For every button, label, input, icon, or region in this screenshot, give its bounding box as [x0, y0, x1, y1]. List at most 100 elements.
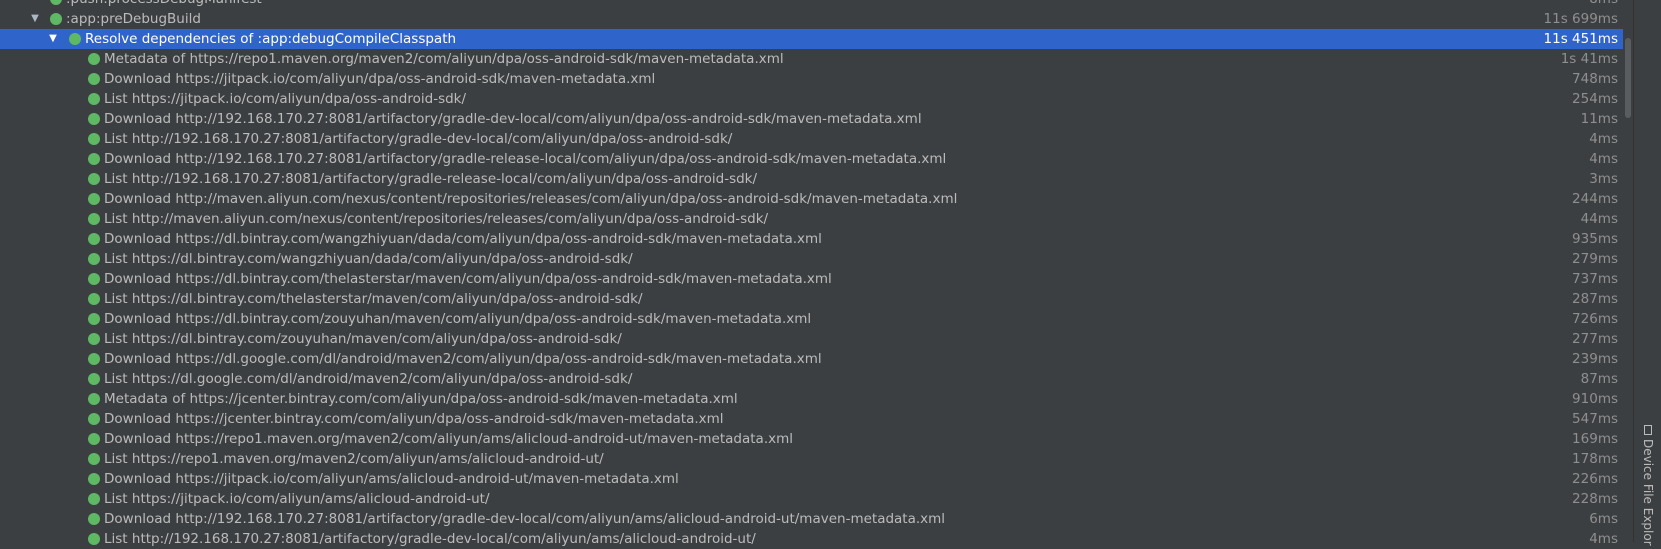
ok-check-icon: [88, 473, 100, 485]
row-duration: 239ms: [1572, 351, 1618, 367]
row-label: Download https://dl.bintray.com/zouyuhan…: [104, 311, 812, 327]
tree-row[interactable]: Download https://jcenter.bintray.com/com…: [0, 409, 1623, 429]
row-duration: 169ms: [1572, 431, 1618, 447]
device-icon: [1644, 425, 1652, 435]
tree-row[interactable]: List https://jitpack.io/com/aliyun/ams/a…: [0, 489, 1623, 509]
row-duration: 11s 699ms: [1543, 11, 1618, 27]
tree-row[interactable]: Download https://dl.bintray.com/zouyuhan…: [0, 309, 1623, 329]
tree-row[interactable]: List http://192.168.170.27:8081/artifact…: [0, 169, 1623, 189]
row-duration: 11ms: [1580, 111, 1618, 127]
row-duration: 287ms: [1572, 291, 1618, 307]
row-label: Metadata of https://repo1.maven.org/mave…: [104, 51, 784, 67]
ok-check-icon: [88, 353, 100, 365]
row-duration: 244ms: [1572, 191, 1618, 207]
row-label: List http://192.168.170.27:8081/artifact…: [104, 171, 758, 187]
ok-check-icon: [50, 0, 62, 5]
tree-row[interactable]: Download https://dl.bintray.com/wangzhiy…: [0, 229, 1623, 249]
row-label: Download http://maven.aliyun.com/nexus/c…: [104, 191, 958, 207]
row-duration: 910ms: [1572, 391, 1618, 407]
row-duration: 87ms: [1580, 371, 1618, 387]
row-label: Download https://dl.bintray.com/thelaste…: [104, 271, 832, 287]
row-label: List https://dl.bintray.com/zouyuhan/mav…: [104, 331, 622, 347]
vertical-scrollbar[interactable]: [1623, 0, 1633, 542]
row-label: :app:preDebugBuild: [66, 11, 201, 27]
tree-row[interactable]: ▼ Resolve dependencies of :app:debugCompi…: [0, 29, 1623, 49]
row-label: List https://repo1.maven.org/maven2/com/…: [104, 451, 604, 467]
row-duration: 4ms: [1589, 151, 1618, 167]
tree-row[interactable]: List https://dl.bintray.com/thelastersta…: [0, 289, 1623, 309]
tree-row[interactable]: List https://dl.google.com/dl/android/ma…: [0, 369, 1623, 389]
row-label: Download https://dl.bintray.com/wangzhiy…: [104, 231, 822, 247]
ok-check-icon: [88, 313, 100, 325]
ok-check-icon: [88, 293, 100, 305]
expand-arrow-icon[interactable]: ▼: [29, 9, 41, 29]
row-duration: 935ms: [1572, 231, 1618, 247]
row-duration: 44ms: [1580, 211, 1618, 227]
row-label: List http://192.168.170.27:8081/artifact…: [104, 531, 756, 547]
tree-row[interactable]: List http://192.168.170.27:8081/artifact…: [0, 129, 1623, 149]
ok-check-icon: [88, 133, 100, 145]
tree-row[interactable]: List https://dl.bintray.com/wangzhiyuan/…: [0, 249, 1623, 269]
row-duration: 8ms: [1589, 0, 1618, 9]
ok-check-icon: [88, 333, 100, 345]
row-duration: 3ms: [1589, 171, 1618, 187]
tree-row[interactable]: List http://maven.aliyun.com/nexus/conte…: [0, 209, 1623, 229]
tree-row[interactable]: Download https://dl.google.com/dl/androi…: [0, 349, 1623, 369]
ok-check-icon: [88, 273, 100, 285]
row-duration: 748ms: [1572, 71, 1618, 87]
tree-row[interactable]: Download https://jitpack.io/com/aliyun/d…: [0, 69, 1623, 89]
row-duration: 547ms: [1572, 411, 1618, 427]
tree-row[interactable]: Metadata of https://repo1.maven.org/mave…: [0, 49, 1623, 69]
ok-check-icon: [88, 93, 100, 105]
tree-row[interactable]: Download http://192.168.170.27:8081/arti…: [0, 109, 1623, 129]
row-duration: 6ms: [1589, 511, 1618, 527]
tree-row[interactable]: Download https://repo1.maven.org/maven2/…: [0, 429, 1623, 449]
row-label: Download https://jcenter.bintray.com/com…: [104, 411, 724, 427]
row-duration: 226ms: [1572, 471, 1618, 487]
tree-row[interactable]: List https://repo1.maven.org/maven2/com/…: [0, 449, 1623, 469]
row-label: List http://192.168.170.27:8081/artifact…: [104, 131, 733, 147]
row-duration: 254ms: [1572, 91, 1618, 107]
ok-check-icon: [88, 413, 100, 425]
row-duration: 178ms: [1572, 451, 1618, 467]
expand-arrow-icon[interactable]: ▼: [47, 29, 59, 49]
tree-row[interactable]: List http://192.168.170.27:8081/artifact…: [0, 529, 1623, 549]
ok-check-icon: [88, 173, 100, 185]
tree-row[interactable]: :push:processDebugManifest 8ms: [0, 0, 1623, 9]
ok-check-icon: [88, 513, 100, 525]
ok-check-icon: [88, 393, 100, 405]
tree-row[interactable]: Download http://192.168.170.27:8081/arti…: [0, 149, 1623, 169]
row-label: List https://dl.bintray.com/thelastersta…: [104, 291, 643, 307]
row-label: Download http://192.168.170.27:8081/arti…: [104, 151, 947, 167]
row-label: Metadata of https://jcenter.bintray.com/…: [104, 391, 738, 407]
scrollbar-thumb[interactable]: [1625, 38, 1631, 118]
tree-row[interactable]: ▼ :app:preDebugBuild 11s 699ms: [0, 9, 1623, 29]
ok-check-icon: [88, 493, 100, 505]
ok-check-icon: [88, 53, 100, 65]
row-label: Download http://192.168.170.27:8081/arti…: [104, 511, 946, 527]
row-label: Resolve dependencies of :app:debugCompil…: [85, 31, 457, 47]
row-label: Download https://jitpack.io/com/aliyun/d…: [104, 71, 656, 87]
row-duration: 4ms: [1589, 531, 1618, 547]
row-duration: 726ms: [1572, 311, 1618, 327]
ok-check-icon: [50, 13, 62, 25]
ok-check-icon: [88, 193, 100, 205]
tree-row[interactable]: Download http://192.168.170.27:8081/arti…: [0, 509, 1623, 529]
tree-row[interactable]: Download https://jitpack.io/com/aliyun/a…: [0, 469, 1623, 489]
row-duration: 277ms: [1572, 331, 1618, 347]
row-label: Download https://repo1.maven.org/maven2/…: [104, 431, 793, 447]
ok-check-icon: [88, 253, 100, 265]
tree-row[interactable]: Download https://dl.bintray.com/thelaste…: [0, 269, 1623, 289]
row-label: List https://jitpack.io/com/aliyun/ams/a…: [104, 491, 490, 507]
ok-check-icon: [88, 533, 100, 545]
ok-check-icon: [88, 233, 100, 245]
tree-row[interactable]: Metadata of https://jcenter.bintray.com/…: [0, 389, 1623, 409]
device-file-explorer-tab[interactable]: Device File Explor: [1641, 425, 1655, 546]
ok-check-icon: [88, 153, 100, 165]
tree-row[interactable]: List https://jitpack.io/com/aliyun/dpa/o…: [0, 89, 1623, 109]
build-output-tree[interactable]: :push:processDebugManifest 8ms ▼:app:preDe…: [0, 0, 1623, 549]
device-file-explorer-label: Device File Explor: [1641, 439, 1655, 546]
tree-row[interactable]: Download http://maven.aliyun.com/nexus/c…: [0, 189, 1623, 209]
row-duration: 279ms: [1572, 251, 1618, 267]
tree-row[interactable]: List https://dl.bintray.com/zouyuhan/mav…: [0, 329, 1623, 349]
